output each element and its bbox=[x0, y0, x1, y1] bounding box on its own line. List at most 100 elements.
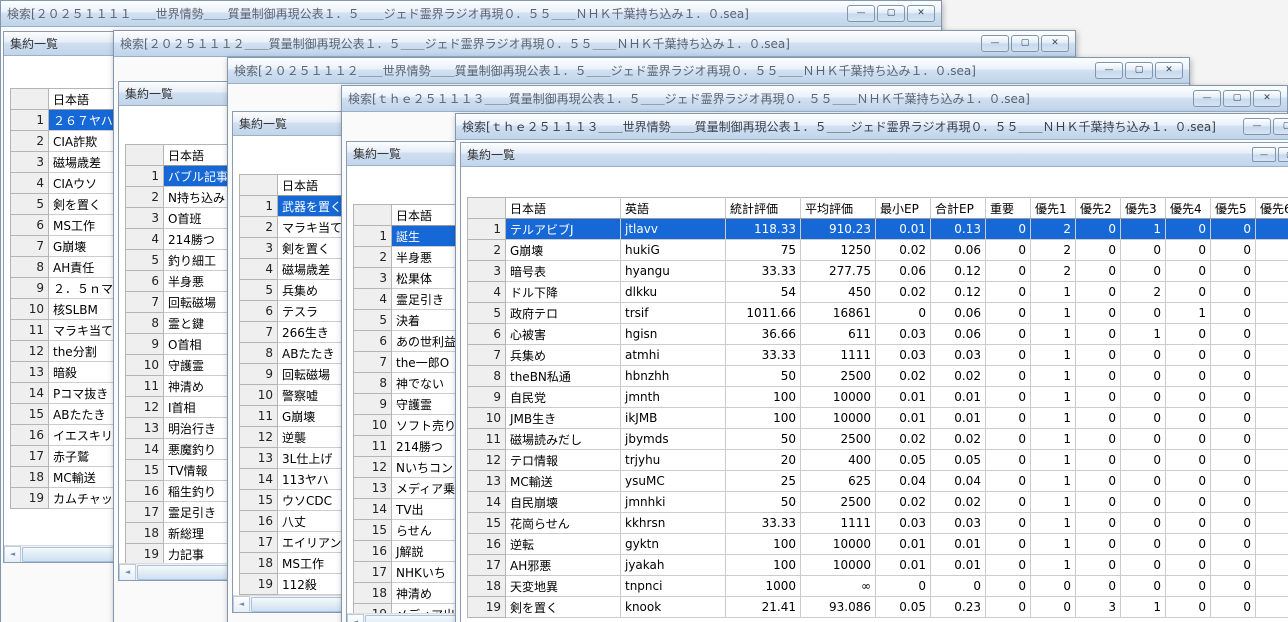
table-row[interactable]: 13メディア乗り bbox=[354, 478, 472, 499]
grid-cell[interactable]: 0 bbox=[1166, 555, 1211, 576]
grid-cell[interactable]: 1 bbox=[1031, 450, 1076, 471]
grid-cell[interactable]: 1 bbox=[1031, 408, 1076, 429]
grid-cell[interactable]: 0 bbox=[1121, 408, 1166, 429]
column-header-9[interactable]: 優先2 bbox=[1076, 198, 1121, 219]
row-number[interactable]: 3 bbox=[240, 238, 278, 259]
grid-cell[interactable]: 10000 bbox=[801, 387, 876, 408]
grid-cell[interactable]: 0 bbox=[1166, 240, 1211, 261]
table-row[interactable]: 18天変地異tnpnci1000∞00000000 bbox=[468, 576, 1288, 597]
row-number[interactable]: 11 bbox=[240, 406, 278, 427]
grid-cell[interactable]: 1 bbox=[1031, 492, 1076, 513]
grid-cell[interactable]: 0 bbox=[1166, 408, 1211, 429]
maximize-button[interactable]: ▢ bbox=[1273, 118, 1288, 135]
grid-cell[interactable]: 1 bbox=[1031, 555, 1076, 576]
grid-cell[interactable]: 0 bbox=[1166, 429, 1211, 450]
row-number[interactable]: 11 bbox=[11, 320, 49, 341]
grid-cell[interactable]: 0.01 bbox=[876, 555, 931, 576]
grid-cell[interactable]: 0 bbox=[1076, 219, 1121, 240]
row-number[interactable]: 13 bbox=[126, 418, 164, 439]
column-header-4[interactable]: 平均評価 bbox=[801, 198, 876, 219]
row-number[interactable]: 8 bbox=[468, 366, 506, 387]
row-number[interactable]: 10 bbox=[11, 299, 49, 320]
grid-cell[interactable]: 0.03 bbox=[931, 345, 986, 366]
grid-cell[interactable]: 0 bbox=[986, 429, 1031, 450]
grid-cell[interactable]: 611 bbox=[801, 324, 876, 345]
row-number[interactable]: 4 bbox=[354, 289, 392, 310]
grid-cell[interactable] bbox=[1256, 324, 1288, 345]
row-number[interactable]: 5 bbox=[126, 250, 164, 271]
grid-cell[interactable]: 0 bbox=[1076, 387, 1121, 408]
grid-cell[interactable]: 0 bbox=[1211, 282, 1256, 303]
grid-cell[interactable]: 3 bbox=[1076, 597, 1121, 618]
row-number[interactable]: 2 bbox=[468, 240, 506, 261]
table-row[interactable]: 1誕生 bbox=[354, 226, 472, 247]
window-titlebar[interactable]: 検索[ｔｈｅ２５１１１３＿＿世界情勢＿＿質量制御再現公表１．５＿＿ジェド霊界ラジ… bbox=[456, 114, 1288, 140]
row-number[interactable]: 18 bbox=[354, 583, 392, 604]
maximize-button[interactable]: ▢ bbox=[1223, 90, 1251, 107]
table-row[interactable]: 17NHKいち bbox=[354, 562, 472, 583]
grid-cell[interactable]: 0 bbox=[1121, 513, 1166, 534]
row-number[interactable]: 15 bbox=[468, 513, 506, 534]
table-row[interactable]: 11神清め bbox=[126, 376, 242, 397]
grid-cell[interactable]: hgisn bbox=[621, 324, 726, 345]
table-row[interactable]: 3松果体 bbox=[354, 268, 472, 289]
column-header-2[interactable]: 英語 bbox=[621, 198, 726, 219]
table-row[interactable]: 9O首相 bbox=[126, 334, 242, 355]
grid-cell[interactable]: 自民崩壊 bbox=[506, 492, 621, 513]
grid-cell[interactable]: hbnzhh bbox=[621, 366, 726, 387]
table-row[interactable]: 5政府テロtrsif1011.661686100.06010010 bbox=[468, 303, 1288, 324]
grid-cell[interactable]: 0 bbox=[1076, 450, 1121, 471]
table-row[interactable]: 6MS工作 bbox=[11, 215, 130, 236]
grid-cell[interactable]: 0.01 bbox=[931, 387, 986, 408]
grid-cell[interactable]: テロ情報 bbox=[506, 450, 621, 471]
close-button[interactable]: ✕ bbox=[1155, 62, 1183, 79]
table-row[interactable]: 9自民党jmnth100100000.010.01010000 bbox=[468, 387, 1288, 408]
grid-cell[interactable]: dlkku bbox=[621, 282, 726, 303]
scroll-left-arrow[interactable]: ◄ bbox=[4, 546, 21, 563]
grid-cell[interactable]: 兵集め bbox=[506, 345, 621, 366]
grid-cell[interactable]: 花崗らせん bbox=[506, 513, 621, 534]
table-row[interactable]: 17AH邪悪jyakah100100000.010.01010000 bbox=[468, 555, 1288, 576]
row-number[interactable]: 12 bbox=[126, 397, 164, 418]
grid-cell[interactable]: 0 bbox=[1166, 261, 1211, 282]
grid-cell[interactable]: 0 bbox=[986, 282, 1031, 303]
table-row[interactable]: 6心被害hgisn36.666110.030.06010100 bbox=[468, 324, 1288, 345]
table-row[interactable]: 5釣り細工 bbox=[126, 250, 242, 271]
grid-cell[interactable]: 0.01 bbox=[931, 534, 986, 555]
table-row[interactable]: 10JMB生きikJMB100100000.010.01010000 bbox=[468, 408, 1288, 429]
table-row[interactable]: 15ABたたき bbox=[11, 404, 130, 425]
grid-cell[interactable]: MC輸送 bbox=[506, 471, 621, 492]
grid-cell[interactable]: 0 bbox=[986, 597, 1031, 618]
table-row[interactable]: 3暗号表hyangu33.33277.750.060.12020000 bbox=[468, 261, 1288, 282]
table-row[interactable]: 16稲生釣り bbox=[126, 481, 242, 502]
grid-cell[interactable]: 2500 bbox=[801, 366, 876, 387]
grid-cell[interactable] bbox=[1256, 345, 1288, 366]
row-number[interactable]: 16 bbox=[468, 534, 506, 555]
grid-cell[interactable]: 0.06 bbox=[931, 303, 986, 324]
table-row[interactable]: 19力記事 bbox=[126, 544, 242, 565]
grid-cell[interactable]: 0 bbox=[1211, 219, 1256, 240]
grid-cell[interactable]: 0.01 bbox=[876, 219, 931, 240]
grid-cell[interactable]: 0 bbox=[986, 261, 1031, 282]
grid-cell[interactable]: 0 bbox=[1076, 408, 1121, 429]
grid-cell[interactable]: 0 bbox=[1121, 345, 1166, 366]
grid-cell[interactable]: 0 bbox=[986, 555, 1031, 576]
grid-cell[interactable]: jmnhki bbox=[621, 492, 726, 513]
grid-cell[interactable]: 0 bbox=[986, 513, 1031, 534]
table-row[interactable]: 12the分割 bbox=[11, 341, 130, 362]
grid-cell[interactable]: 2 bbox=[1031, 261, 1076, 282]
grid-cell[interactable]: 54 bbox=[726, 282, 801, 303]
grid-cell[interactable]: 625 bbox=[801, 471, 876, 492]
grid-cell[interactable]: 0 bbox=[986, 240, 1031, 261]
grid-cell[interactable]: 0 bbox=[1076, 240, 1121, 261]
row-number[interactable]: 10 bbox=[126, 355, 164, 376]
grid-cell[interactable]: 0 bbox=[1211, 387, 1256, 408]
grid-cell[interactable]: AH邪悪 bbox=[506, 555, 621, 576]
grid-cell[interactable]: 0.04 bbox=[931, 471, 986, 492]
grid-cell[interactable]: 1 bbox=[1031, 387, 1076, 408]
table-row[interactable]: 12I首相 bbox=[126, 397, 242, 418]
row-number[interactable]: 10 bbox=[468, 408, 506, 429]
grid-cell[interactable]: 自民党 bbox=[506, 387, 621, 408]
grid-cell[interactable]: 0 bbox=[1166, 324, 1211, 345]
table-row[interactable]: 16イエスキリス bbox=[11, 425, 130, 446]
